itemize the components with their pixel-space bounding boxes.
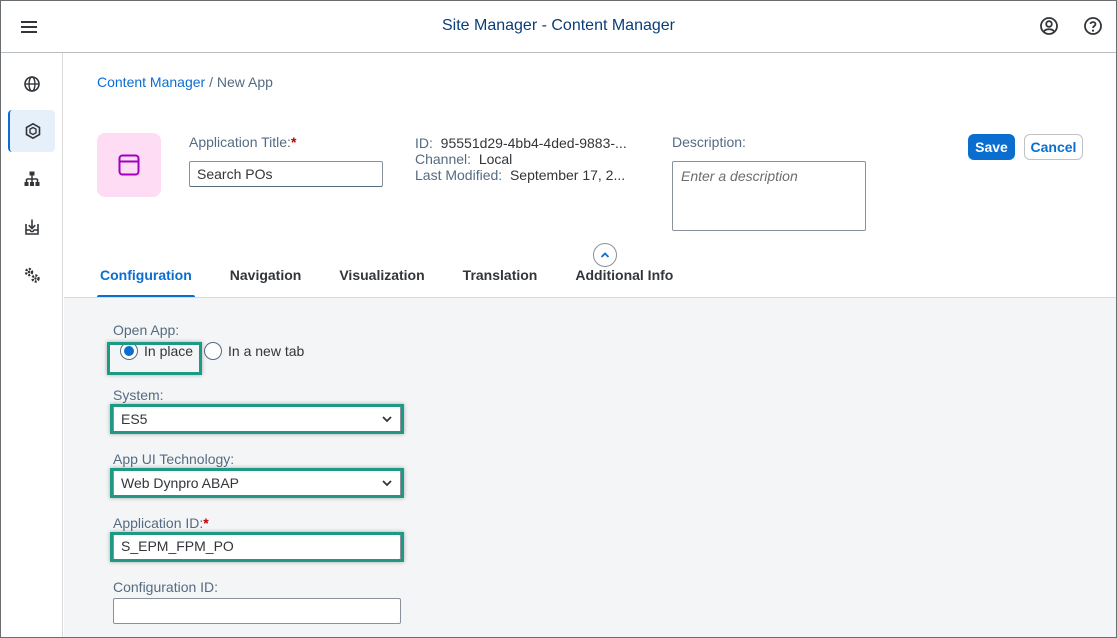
app-ui-technology-select[interactable]: Web Dynpro ABAP	[113, 470, 401, 496]
app-ui-technology-label: App UI Technology:	[113, 451, 235, 467]
chevron-up-icon	[600, 252, 610, 258]
application-id-input[interactable]: S_EPM_FPM_PO	[113, 534, 401, 560]
side-navigation	[1, 53, 63, 637]
globe-icon	[23, 76, 40, 92]
required-marker: *	[290, 134, 297, 150]
nav-item-content-manager[interactable]	[8, 110, 55, 152]
description-label: Description:	[672, 134, 746, 150]
tab-additional-info[interactable]: Additional Info	[572, 261, 676, 297]
configuration-id-label: Configuration ID:	[113, 579, 219, 595]
required-marker: *	[203, 515, 209, 531]
channel-value: Local	[478, 151, 513, 167]
last-modified-value: September 17, 2...	[509, 167, 626, 183]
chevron-down-icon	[382, 416, 392, 423]
description-textarea[interactable]: Enter a description	[672, 161, 866, 231]
id-label: ID:	[415, 135, 433, 151]
shell-bar: Site Manager - Content Manager	[1, 1, 1116, 53]
nav-item-hierarchy[interactable]	[8, 158, 55, 200]
app-frame: Site Manager - Content Manager Content M…	[0, 0, 1117, 638]
breadcrumb: Content Manager / New App	[97, 74, 273, 90]
application-id-label: Application ID:*	[113, 515, 209, 531]
tab-bar: Configuration Navigation Visualization T…	[97, 261, 708, 298]
application-title-label: Application Title:*	[189, 134, 297, 150]
breadcrumb-link-content-manager[interactable]: Content Manager	[97, 74, 205, 90]
inbox-download-icon	[24, 219, 39, 235]
radio-in-place[interactable]: In place	[120, 342, 193, 360]
hierarchy-icon	[24, 171, 39, 186]
system-select[interactable]: ES5	[113, 406, 401, 432]
tab-translation[interactable]: Translation	[460, 261, 541, 297]
main-content: Content Manager / New App Application Ti…	[64, 53, 1116, 637]
system-label: System:	[113, 387, 164, 403]
shell-title: Site Manager - Content Manager	[441, 17, 675, 34]
tab-visualization[interactable]: Visualization	[336, 261, 427, 297]
cancel-button[interactable]: Cancel	[1024, 134, 1083, 160]
last-modified-label: Last Modified:	[415, 167, 503, 183]
nav-item-sites[interactable]	[8, 63, 55, 105]
chevron-down-icon	[382, 480, 392, 487]
app-metadata: ID: 95551d29-4bb4-4ded-9883-... Channel:…	[415, 135, 627, 183]
radio-unselected-indicator	[204, 342, 222, 360]
tab-configuration[interactable]: Configuration	[97, 261, 195, 298]
system-select-value: ES5	[121, 411, 148, 427]
breadcrumb-separator: /	[205, 74, 217, 90]
app-ui-technology-value: Web Dynpro ABAP	[121, 475, 240, 491]
content-manager-icon	[25, 122, 40, 140]
save-button[interactable]: Save	[968, 134, 1015, 160]
tab-navigation[interactable]: Navigation	[227, 261, 305, 297]
configuration-form: Open App: In place In a new tab System: …	[64, 297, 1116, 637]
application-title-input[interactable]	[189, 161, 383, 187]
radio-selected-indicator	[120, 342, 138, 360]
nav-item-transport[interactable]	[8, 206, 55, 248]
app-window-icon	[118, 154, 140, 176]
app-tile	[97, 133, 161, 197]
settings-gears-icon	[24, 267, 40, 283]
open-app-label: Open App:	[113, 322, 180, 338]
radio-in-place-label: In place	[144, 343, 194, 359]
id-value: 95551d29-4bb4-4ded-9883-...	[440, 135, 627, 151]
user-account-icon[interactable]	[1038, 15, 1060, 37]
object-header: Content Manager / New App Application Ti…	[64, 53, 1116, 298]
channel-label: Channel:	[415, 151, 472, 167]
radio-new-tab-label: In a new tab	[228, 343, 305, 359]
breadcrumb-current: New App	[216, 74, 273, 90]
radio-new-tab[interactable]: In a new tab	[204, 342, 304, 360]
help-icon[interactable]	[1082, 15, 1104, 37]
configuration-id-input[interactable]	[113, 598, 401, 624]
nav-item-settings[interactable]	[8, 254, 55, 296]
